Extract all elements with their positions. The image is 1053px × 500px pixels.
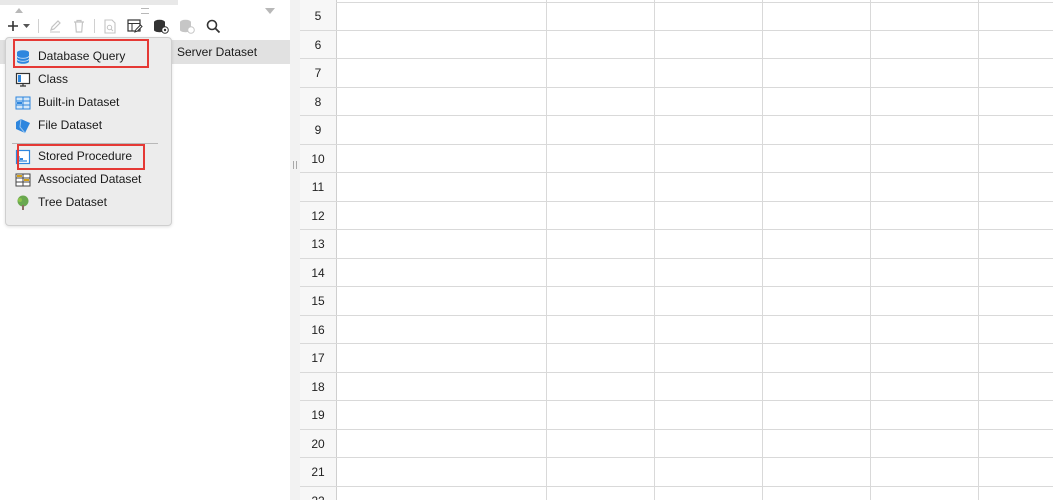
row-header[interactable]: 10 xyxy=(300,145,336,173)
dataset-edit-icon[interactable] xyxy=(126,17,144,35)
grid-row-line xyxy=(336,229,1053,230)
row-header[interactable]: 13 xyxy=(300,230,336,259)
row-header[interactable]: 5 xyxy=(300,2,336,31)
report-sheet: 5678910111213141516171819202122 xyxy=(300,0,1053,500)
grid-row-line xyxy=(336,485,1053,487)
grid-column-line xyxy=(978,0,979,500)
database-settings-icon[interactable] xyxy=(178,17,196,35)
row-header[interactable]: 7 xyxy=(300,59,336,88)
grid-row-line xyxy=(336,343,1053,344)
splitter-grip-icon xyxy=(293,161,297,169)
grid-row-line xyxy=(336,2,1053,3)
grid-column-line xyxy=(762,0,763,500)
grid-column-line xyxy=(870,0,871,500)
grid-row-line xyxy=(336,172,1053,173)
row-header[interactable]: 9 xyxy=(300,116,336,145)
grid-row-line xyxy=(336,115,1053,116)
grid-row-line xyxy=(336,428,1053,430)
menu-item-tree-dataset[interactable]: Tree Dataset xyxy=(6,191,171,214)
row-header[interactable]: 17 xyxy=(300,344,336,373)
builtin-dataset-icon xyxy=(15,95,31,111)
grid-row-line xyxy=(336,58,1053,59)
associated-dataset-icon xyxy=(15,172,31,188)
menu-item-builtin-dataset[interactable]: Built-in Dataset xyxy=(6,91,171,114)
grid-row-line xyxy=(336,457,1053,458)
tree-icon xyxy=(15,195,31,211)
grid-row-line xyxy=(336,286,1053,287)
grid-column-line xyxy=(654,0,655,500)
panel-collapse-strip xyxy=(0,0,290,15)
highlight-box-stored-procedure xyxy=(17,144,145,170)
row-header[interactable]: 18 xyxy=(300,373,336,401)
row-header[interactable]: 15 xyxy=(300,287,336,316)
toolbar-separator xyxy=(38,19,39,33)
grid-row-line xyxy=(336,257,1053,259)
row-header[interactable]: 22 xyxy=(300,487,336,500)
menu-item-associated-dataset[interactable]: Associated Dataset xyxy=(6,168,171,191)
expand-down-icon[interactable] xyxy=(265,8,275,14)
menu-item-label: Built-in Dataset xyxy=(38,95,120,109)
menu-item-label: Associated Dataset xyxy=(38,172,142,186)
menu-item-file-dataset[interactable]: File Dataset xyxy=(6,114,171,137)
toolbar-separator xyxy=(94,19,95,33)
row-header[interactable]: 16 xyxy=(300,316,336,344)
class-icon xyxy=(15,72,31,88)
edit-icon[interactable] xyxy=(47,17,63,35)
panel-top-bar xyxy=(0,0,178,5)
chevron-down-icon[interactable] xyxy=(22,17,31,35)
grid-row-line xyxy=(336,29,1053,31)
grid-row-line xyxy=(336,143,1053,145)
search-icon[interactable] xyxy=(204,17,222,35)
row-header[interactable]: 20 xyxy=(300,430,336,458)
server-database-icon[interactable] xyxy=(152,17,170,35)
tree-item-label: Server Dataset xyxy=(177,45,258,59)
row-header[interactable]: 21 xyxy=(300,458,336,487)
panel-splitter[interactable] xyxy=(290,0,300,500)
row-header[interactable]: 14 xyxy=(300,259,336,287)
preview-icon[interactable] xyxy=(102,17,118,35)
row-header[interactable]: 8 xyxy=(300,88,336,116)
row-header[interactable]: 19 xyxy=(300,401,336,430)
menu-item-label: Class xyxy=(38,72,69,86)
plus-icon[interactable] xyxy=(6,17,20,35)
grid-row-line xyxy=(336,400,1053,401)
menu-item-label: Tree Dataset xyxy=(38,195,107,209)
dataset-toolbar xyxy=(0,15,290,37)
row-header[interactable]: 6 xyxy=(300,31,336,59)
row-header[interactable]: 12 xyxy=(300,202,336,230)
grid-row-line xyxy=(336,371,1053,373)
grid-row-line xyxy=(336,200,1053,202)
collapse-up-icon[interactable] xyxy=(15,8,23,13)
highlight-box-database-query xyxy=(13,39,149,68)
menu-item-label: File Dataset xyxy=(38,118,103,132)
file-dataset-icon xyxy=(15,118,31,134)
grid-row-line xyxy=(336,86,1053,88)
menu-item-class[interactable]: Class xyxy=(6,68,171,91)
grid-row-line xyxy=(336,314,1053,316)
grid-column-line xyxy=(546,0,547,500)
resize-grip-icon[interactable] xyxy=(141,8,149,14)
row-header[interactable]: 11 xyxy=(300,173,336,202)
trash-icon[interactable] xyxy=(71,17,87,35)
